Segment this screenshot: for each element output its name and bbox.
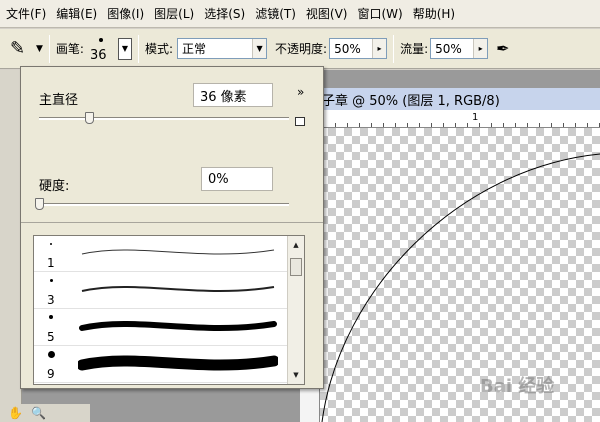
brush-preset-list: 1 3 5 9 ▲ ▼ xyxy=(33,235,305,385)
hardness-slider-thumb[interactable] xyxy=(35,198,44,210)
hand-icon[interactable]: ✋ xyxy=(8,406,23,420)
chevron-down-icon: ▼ xyxy=(252,39,267,58)
preset-stroke xyxy=(81,249,275,255)
circle-path xyxy=(321,153,600,422)
toolbox xyxy=(0,70,22,422)
hardness-label: 硬度: xyxy=(39,179,70,194)
preset-tip-icon xyxy=(49,315,53,319)
menu-item[interactable]: 文件(F) xyxy=(6,5,46,22)
menu-item[interactable]: 选择(S) xyxy=(204,5,245,22)
document-title: 子章 @ 50% (图层 1, RGB/8) xyxy=(322,93,500,109)
preset-scrollbar[interactable]: ▲ ▼ xyxy=(287,236,304,384)
preset-stroke xyxy=(79,321,277,331)
preset-tip-icon xyxy=(50,243,52,245)
diameter-slider-thumb[interactable] xyxy=(85,112,94,124)
diameter-value: 36 像素 xyxy=(200,89,247,105)
diameter-label: 主直径 xyxy=(39,93,79,108)
hardness-field[interactable]: 0% xyxy=(201,167,273,191)
document-title-bar[interactable]: 子章 @ 50% (图层 1, RGB/8) xyxy=(300,88,600,110)
mode-label: 模式: xyxy=(144,42,174,56)
menu-item[interactable]: 视图(V) xyxy=(306,5,348,22)
scroll-down-icon[interactable]: ▼ xyxy=(289,368,303,382)
menu-item[interactable]: 图像(I) xyxy=(107,5,144,22)
menu-item[interactable]: 窗口(W) xyxy=(357,5,402,22)
mode-select[interactable]: 正常 ▼ xyxy=(177,38,268,59)
menu-item[interactable]: 编辑(E) xyxy=(56,5,97,22)
preset-tip-icon xyxy=(48,351,55,358)
opacity-label: 不透明度: xyxy=(275,42,328,56)
preset-stroke xyxy=(78,355,278,371)
tool-preset-arrow[interactable]: ▼ xyxy=(36,44,43,54)
brush-picker-button[interactable]: ▼ xyxy=(117,37,132,60)
opacity-field[interactable]: 50% ▸ xyxy=(329,38,388,59)
hardness-value: 0% xyxy=(208,171,229,187)
menu-item[interactable]: 图层(L) xyxy=(154,5,194,22)
brush-size-text: 36 xyxy=(89,47,107,63)
brush-label: 画笔: xyxy=(55,42,84,56)
brush-picker-popup: 主直径 36 像素 » 硬度: 0% 1 3 5 9 ▲ ▼ xyxy=(20,66,324,389)
hardness-slider-track[interactable] xyxy=(39,203,289,206)
menu-item[interactable]: 帮助(H) xyxy=(413,5,455,22)
divider xyxy=(21,222,323,223)
brush-preset-item[interactable]: 3 xyxy=(34,273,288,309)
brush-tool-icon[interactable]: ✎ xyxy=(10,38,32,59)
horizontal-ruler xyxy=(300,110,600,128)
separator xyxy=(393,34,395,63)
slider-arrow-icon[interactable]: ▸ xyxy=(473,39,488,58)
airbrush-icon[interactable]: ✒ xyxy=(496,39,509,58)
zoom-icon[interactable]: 🔍 xyxy=(31,406,46,420)
panel-menu-icon[interactable]: » xyxy=(297,85,304,99)
separator xyxy=(48,34,50,63)
flow-label: 流量: xyxy=(400,42,429,56)
preset-size: 1 xyxy=(47,256,55,270)
diameter-slider-track[interactable] xyxy=(39,117,289,120)
brush-picker[interactable]: 36 xyxy=(88,32,116,66)
watermark: Bai 经验 xyxy=(480,376,555,397)
slider-arrow-icon[interactable]: ▸ xyxy=(372,39,387,58)
scroll-thumb[interactable] xyxy=(290,258,302,276)
preset-size: 5 xyxy=(47,330,55,344)
new-preset-icon[interactable] xyxy=(295,117,305,126)
menu-item[interactable]: 滤镜(T) xyxy=(255,5,296,22)
opacity-value: 50% xyxy=(334,41,361,56)
ruler-mark: 1 xyxy=(472,112,479,123)
brush-preset-item[interactable]: 5 xyxy=(34,310,288,346)
preset-size: 9 xyxy=(47,367,55,381)
document-canvas[interactable] xyxy=(320,128,600,422)
brush-preset-item[interactable]: 1 xyxy=(34,236,288,272)
brush-preset-item[interactable]: 9 xyxy=(34,347,288,383)
separator xyxy=(137,34,139,63)
preset-tip-icon xyxy=(50,279,53,282)
diameter-field[interactable]: 36 像素 xyxy=(193,83,273,107)
menu-bar: 文件(F) 编辑(E) 图像(I) 图层(L) 选择(S) 滤镜(T) 视图(V) 窗口(W)… xyxy=(0,0,600,28)
options-bar: ✎ ▼ 画笔: 36 ▼ 模式: 正常 ▼ 不透明度: 50% ▸ 流量: 50… xyxy=(0,29,600,69)
preset-size: 3 xyxy=(47,293,55,307)
brush-dot-icon xyxy=(98,37,103,42)
flow-field[interactable]: 50% ▸ xyxy=(430,38,489,59)
scroll-up-icon[interactable]: ▲ xyxy=(289,238,303,252)
flow-value: 50% xyxy=(435,41,462,56)
mode-value: 正常 xyxy=(182,42,207,56)
bottom-tools: ✋ 🔍 xyxy=(0,404,90,422)
preset-stroke xyxy=(81,286,275,292)
